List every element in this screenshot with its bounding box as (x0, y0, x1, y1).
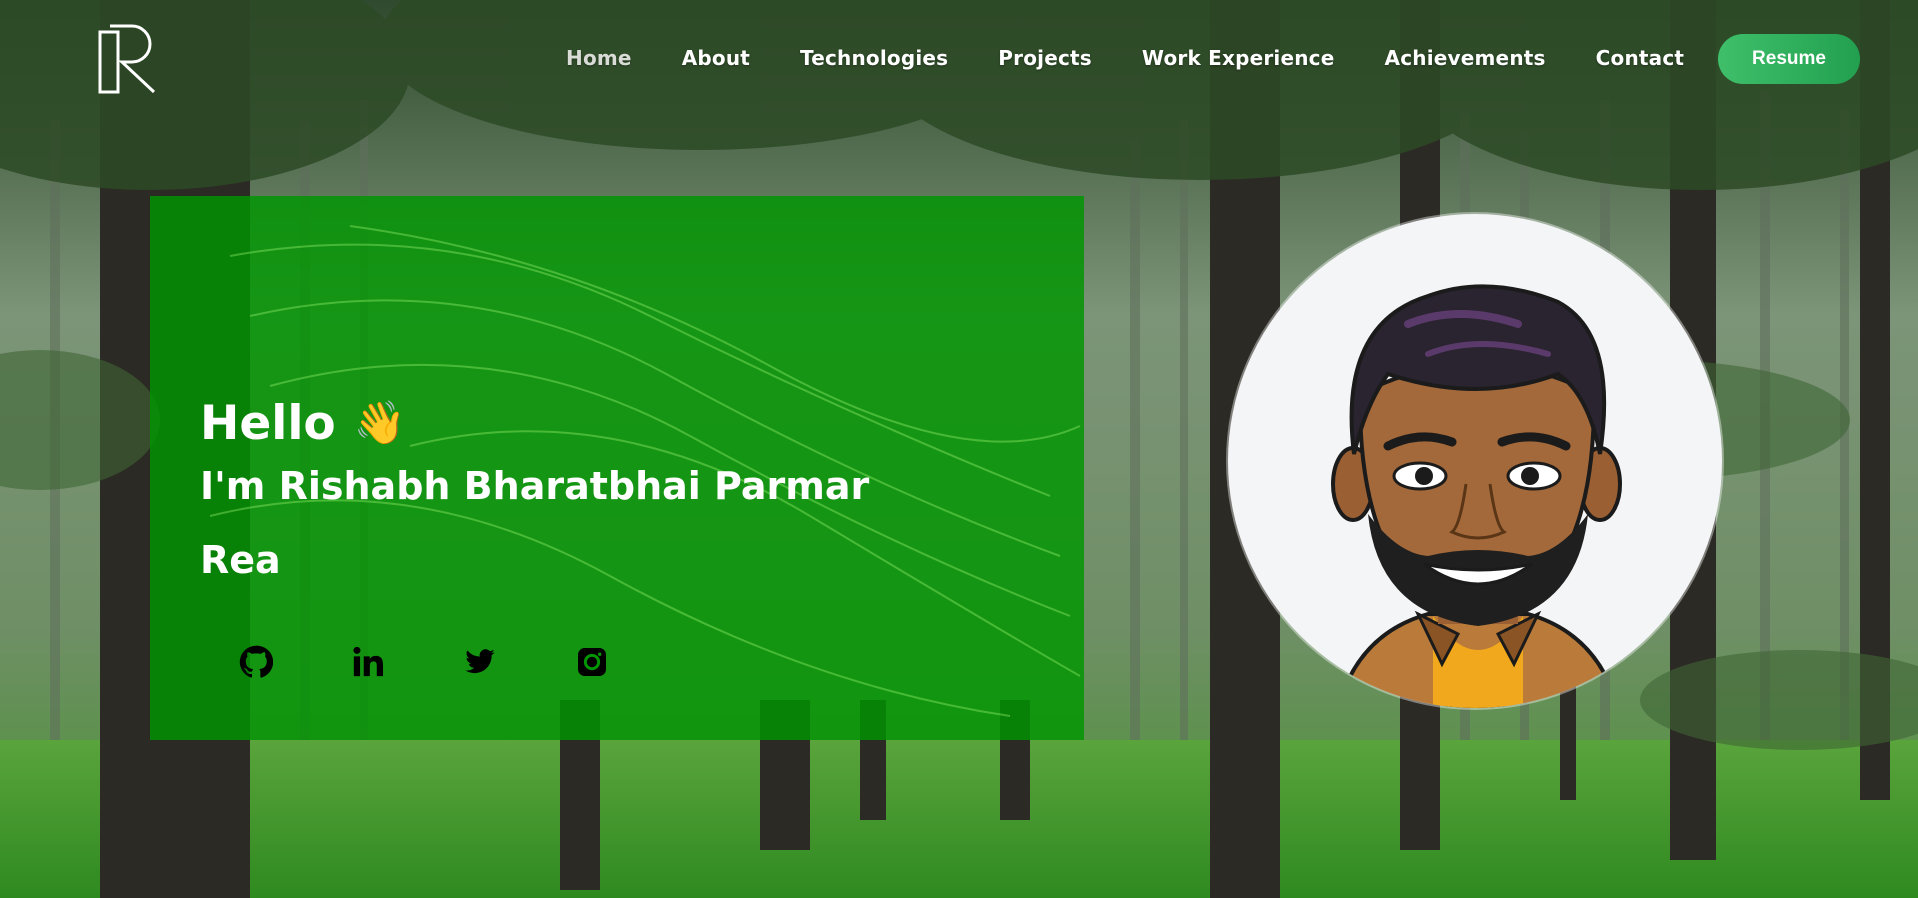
linkedin-icon[interactable] (342, 636, 394, 688)
nav-links: Home About Technologies Projects Work Ex… (566, 46, 1734, 70)
nav-link-about[interactable]: About (682, 46, 750, 70)
nav-link-home[interactable]: Home (566, 46, 632, 70)
resume-button[interactable]: Resume (1718, 34, 1860, 84)
nav-link-work-experience[interactable]: Work Experience (1142, 46, 1335, 70)
instagram-icon[interactable] (566, 636, 618, 688)
twitter-icon[interactable] (454, 636, 506, 688)
nav-link-achievements[interactable]: Achievements (1385, 46, 1546, 70)
r-monogram-logo[interactable] (96, 22, 160, 94)
waving-hand-icon: 👋 (353, 397, 407, 447)
hero-name: I'm Rishabh Bharatbhai Parmar (200, 464, 870, 508)
github-icon[interactable] (230, 636, 282, 688)
nav-link-technologies[interactable]: Technologies (800, 46, 948, 70)
hero-typed-text: Rea (200, 538, 281, 582)
hero-card: Hello 👋 I'm Rishabh Bharatbhai Parmar Re… (150, 196, 1084, 740)
bitmoji-avatar (1228, 214, 1722, 708)
hero-greeting: Hello 👋 (200, 396, 406, 451)
portfolio-page: Home About Technologies Projects Work Ex… (0, 0, 1918, 898)
nav-link-contact[interactable]: Contact (1596, 46, 1685, 70)
top-navbar: Home About Technologies Projects Work Ex… (0, 0, 1918, 118)
nav-link-projects[interactable]: Projects (998, 46, 1092, 70)
social-links (230, 636, 678, 688)
greeting-text: Hello (200, 396, 336, 451)
